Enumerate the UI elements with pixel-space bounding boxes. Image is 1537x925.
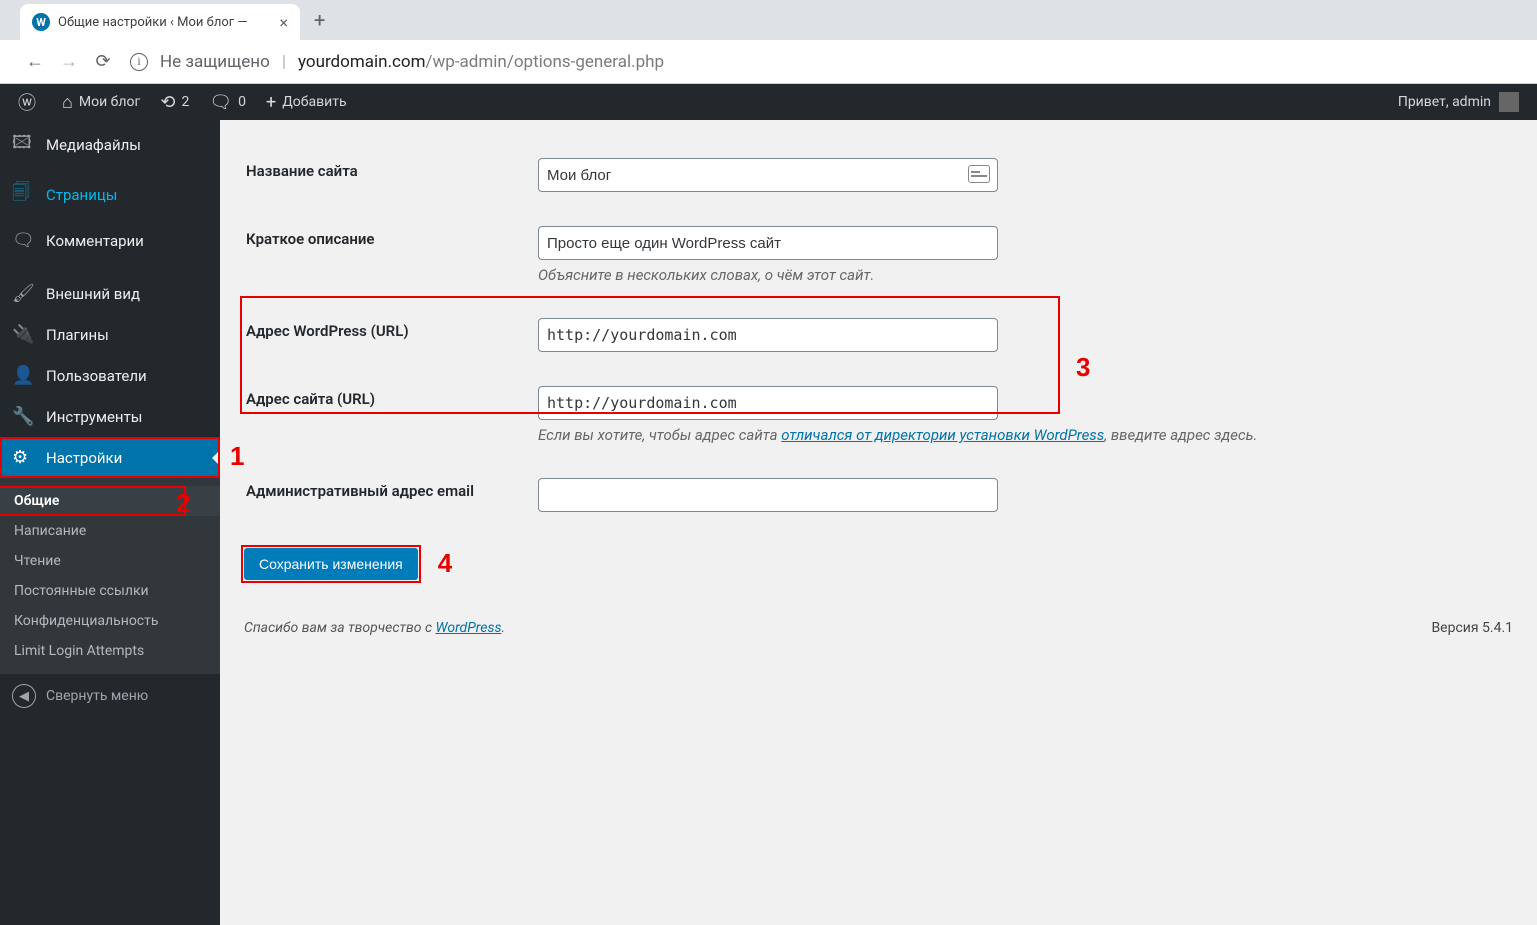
media-icon: 🖾 bbox=[12, 130, 36, 160]
browser-tab[interactable]: W Общие настройки ‹ Мои блог — × bbox=[20, 4, 300, 40]
annotation-label-4: 4 bbox=[438, 548, 452, 579]
sidebar-item-plugins[interactable]: 🔌Плагины bbox=[0, 314, 220, 355]
wordpress-icon: ⓦ bbox=[18, 89, 36, 115]
tab-bar: W Общие настройки ‹ Мои блог — × + bbox=[0, 0, 1537, 40]
sidebar-item-media[interactable]: 🖾Медиафайлы bbox=[0, 120, 220, 170]
chevron-left-icon: ◀ bbox=[12, 684, 36, 708]
label-wp-url: Адрес WordPress (URL) bbox=[246, 302, 526, 368]
annotation-label-1: 1 bbox=[230, 441, 244, 472]
tagline-description: Объясните в нескольких словах, о чём это… bbox=[538, 266, 1501, 284]
sidebar-item-comments[interactable]: 🗨Комментарии bbox=[0, 220, 220, 261]
save-button[interactable]: Сохранить изменения bbox=[244, 548, 418, 580]
user-icon: 👤 bbox=[12, 365, 36, 386]
submenu-item-writing[interactable]: Написание bbox=[0, 516, 220, 546]
version-label: Версия 5.4.1 bbox=[1431, 620, 1513, 636]
brush-icon: 🖌 bbox=[12, 283, 36, 304]
input-admin-email[interactable] bbox=[538, 478, 998, 512]
close-icon[interactable]: × bbox=[279, 13, 288, 32]
url-domain: yourdomain.com bbox=[298, 52, 426, 72]
admin-sidebar: 🖾Медиафайлы 🗐Страницы 🗨Комментарии 🖌Внеш… bbox=[0, 120, 220, 925]
sliders-icon: ⚙ bbox=[12, 447, 36, 468]
updates-item[interactable]: ⟲2 bbox=[150, 84, 199, 120]
site-url-help-link[interactable]: отличался от директории установки WordPr… bbox=[781, 426, 1104, 444]
browser-chrome: W Общие настройки ‹ Мои блог — × + ← → ⟳… bbox=[0, 0, 1537, 84]
submenu-item-limit-login[interactable]: Limit Login Attempts bbox=[0, 636, 220, 666]
info-icon: i bbox=[130, 53, 148, 71]
sidebar-item-settings[interactable]: ⚙Настройки bbox=[0, 437, 220, 478]
comment-icon: 🗨 bbox=[209, 92, 232, 113]
label-admin-email: Административный адрес email bbox=[246, 462, 526, 528]
new-content-item[interactable]: +Добавить bbox=[256, 84, 357, 120]
annotation-label-3: 3 bbox=[1076, 352, 1090, 383]
wordpress-favicon: W bbox=[32, 13, 50, 31]
label-tagline: Краткое описание bbox=[246, 210, 526, 300]
wordpress-link[interactable]: WordPress bbox=[436, 620, 502, 636]
comments-item[interactable]: 🗨0 bbox=[199, 84, 256, 120]
site-url-description: Если вы хотите, чтобы адрес сайта отлича… bbox=[538, 426, 1501, 444]
site-name-item[interactable]: ⌂Мои блог bbox=[52, 84, 150, 120]
update-icon: ⟲ bbox=[160, 92, 175, 113]
sidebar-item-tools[interactable]: 🔧Инструменты bbox=[0, 396, 220, 437]
label-site-name: Название сайта bbox=[246, 142, 526, 208]
url-path: /wp-admin/options-general.php bbox=[426, 52, 665, 72]
input-tagline[interactable] bbox=[538, 226, 998, 260]
sidebar-item-appearance[interactable]: 🖌Внешний вид bbox=[0, 273, 220, 314]
plug-icon: 🔌 bbox=[12, 324, 36, 345]
input-site-url[interactable] bbox=[538, 386, 998, 420]
submenu-item-reading[interactable]: Чтение bbox=[0, 546, 220, 576]
new-tab-button[interactable]: + bbox=[314, 8, 325, 32]
submenu-item-permalinks[interactable]: Постоянные ссылки bbox=[0, 576, 220, 606]
sidebar-item-pages[interactable]: 🗐Страницы bbox=[0, 170, 220, 220]
tab-title: Общие настройки ‹ Мои блог — bbox=[58, 15, 271, 30]
reload-button[interactable]: ⟳ bbox=[86, 51, 120, 72]
pages-icon: 🗐 bbox=[12, 180, 36, 210]
sidebar-item-users[interactable]: 👤Пользователи bbox=[0, 355, 220, 396]
input-site-name[interactable] bbox=[538, 158, 998, 192]
comment-icon: 🗨 bbox=[12, 230, 36, 251]
collapse-menu[interactable]: ◀Свернуть меню bbox=[0, 674, 220, 718]
wp-admin-bar: ⓦ ⌂Мои блог ⟲2 🗨0 +Добавить Привет, admi… bbox=[0, 84, 1537, 120]
wrench-icon: 🔧 bbox=[12, 406, 36, 427]
submenu-item-privacy[interactable]: Конфиденциальность bbox=[0, 606, 220, 636]
home-icon: ⌂ bbox=[62, 92, 73, 113]
url-bar[interactable]: i Не защищено | yourdomain.com/wp-admin/… bbox=[130, 52, 664, 72]
plus-icon: + bbox=[266, 92, 276, 113]
security-label: Не защищено bbox=[160, 52, 270, 72]
back-button[interactable]: ← bbox=[18, 51, 52, 72]
wp-logo-item[interactable]: ⓦ bbox=[8, 84, 52, 120]
input-wp-url[interactable] bbox=[538, 318, 998, 352]
forward-button[interactable]: → bbox=[52, 51, 86, 72]
content-area: Название сайта Краткое описание Объяснит… bbox=[220, 120, 1537, 925]
autofill-icon[interactable] bbox=[968, 165, 990, 183]
annotation-label-2: 2 bbox=[176, 488, 190, 519]
avatar bbox=[1499, 92, 1519, 112]
footer: Спасибо вам за творчество с WordPress. В… bbox=[244, 620, 1513, 636]
greeting-item[interactable]: Привет, admin bbox=[1388, 84, 1529, 120]
address-bar: ← → ⟳ i Не защищено | yourdomain.com/wp-… bbox=[0, 40, 1537, 84]
label-site-url: Адрес сайта (URL) bbox=[246, 370, 526, 460]
